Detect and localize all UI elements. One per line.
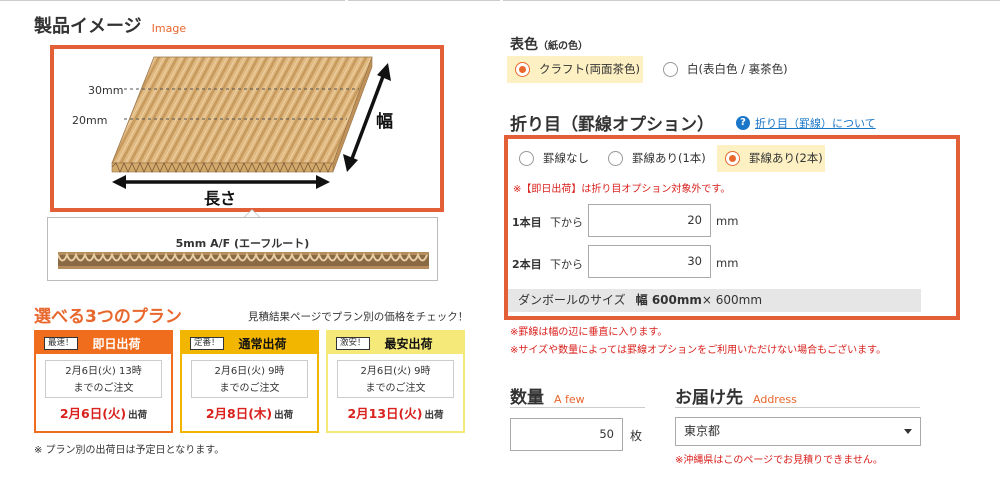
plan-name: 通常出荷 [238, 337, 287, 351]
plan-ship-date: 2月8日(木) 出荷 [205, 406, 294, 421]
fold-1-position-input[interactable]: 20 [588, 204, 711, 237]
cardboard-illustration: 30mm 20mm 幅 長さ [72, 56, 393, 208]
plan-ship-date: 2月13日(火) 出荷 [347, 406, 444, 421]
product-image-frame: 30mm 20mm 幅 長さ [50, 45, 444, 212]
quantity-unit: 枚 [630, 429, 643, 443]
radio-fold-none[interactable]: 罫線なし [511, 145, 595, 172]
radio-dot [515, 62, 530, 77]
flute-detail-box: 5mm A/F (エーフルート) [47, 217, 438, 281]
plan-deadline: 2月6日(火) 9時 までのご注文 [337, 360, 454, 398]
flute-label: 5mm A/F (エーフルート) [175, 237, 310, 250]
plans-note: 見積結果ページでプラン別の価格をチェック！ [248, 311, 469, 323]
label-30mm: 30mm [88, 84, 123, 97]
flute-caret [244, 209, 260, 217]
plan-deadline: 2月6日(火) 9時 までのご注文 [191, 360, 308, 398]
fold-row-1-label: 1本目 [512, 216, 542, 229]
plan-card-cheapest[interactable]: 激安！ 最安出荷 2月6日(火) 9時 までのご注文 2月13日(火) 出荷 [326, 330, 465, 433]
help-icon[interactable]: ? [736, 116, 750, 130]
fold-note-1: ※罫線は幅の辺に垂直に入ります。 [510, 327, 668, 338]
radio-dot [519, 151, 534, 166]
radio-fold-two[interactable]: 罫線あり(2本) [717, 145, 825, 172]
fold-row-1-sub: 下から [550, 216, 583, 229]
plan-header: 激安！ 最安出荷 [328, 332, 463, 354]
chevron-down-icon [904, 429, 912, 434]
destination-note: ※沖縄県はこのページでお見積りできません。 [675, 455, 883, 466]
destination-title: お届け先 Address [675, 388, 797, 408]
size-width: 幅 600mm [635, 293, 702, 307]
plans-footnote: ※ プラン別の出荷日は予定日となります。 [34, 445, 225, 456]
destination-divider [675, 407, 920, 408]
plan-card-standard[interactable]: 定番！ 通常出荷 2月6日(火) 9時 までのご注文 2月8日(木) 出荷 [180, 330, 319, 433]
color-title: 表色（紙の色） [510, 37, 588, 53]
destination-select[interactable]: 東京都 [675, 417, 921, 446]
label-width: 幅 [376, 111, 393, 132]
label-20mm: 20mm [72, 114, 107, 127]
plan-ship-date: 2月6日(火) 出荷 [59, 406, 148, 421]
cardboard-size-bar: ダンボールのサイズ幅 600mm× 600mm [508, 289, 921, 312]
product-image-title-en: Image [151, 22, 187, 35]
quantity-title: 数量 A few [510, 388, 585, 408]
fold-title: 折り目（罫線オプション） [510, 115, 714, 135]
fold-2-position-input[interactable]: 30 [588, 245, 711, 278]
plan-name: 最安出荷 [384, 337, 433, 351]
radio-color-kraft[interactable]: クラフト(両面茶色) [507, 56, 643, 83]
fold-row-2-sub: 下から [550, 258, 583, 271]
label-length: 長さ [204, 189, 236, 208]
fold-help-link[interactable]: 折り目（罫線）について [755, 115, 876, 131]
plan-card-same-day[interactable]: 最速！ 即日出荷 2月6日(火) 13時 までのご注文 2月6日(火) 出荷 [34, 330, 173, 433]
plan-name: 即日出荷 [92, 337, 141, 351]
size-rest: × 600mm [701, 293, 763, 307]
radio-dot [663, 62, 678, 77]
fold-note-2: ※サイズや数量によっては罫線オプションをご利用いただけない場合もございます。 [510, 345, 887, 356]
size-label: ダンボールのサイズ [518, 293, 626, 307]
flute-cross-section [58, 252, 429, 269]
quantity-input[interactable]: 50 [510, 418, 623, 451]
radio-dot [608, 151, 623, 166]
plan-deadline: 2月6日(火) 13時 までのご注文 [45, 360, 162, 398]
plan-header: 定番！ 通常出荷 [182, 332, 317, 354]
fold-row-1-unit: mm [716, 214, 739, 228]
fold-row-2-label: 2本目 [512, 258, 542, 271]
radio-dot [725, 151, 740, 166]
fold-row-2-unit: mm [716, 256, 739, 270]
fold-warning: ※【即日出荷】は折り目オプション対象外です。 [513, 184, 731, 195]
plans-title: 選べる3つのプラン [34, 307, 182, 327]
product-image-title: 製品イメージ Image [34, 16, 187, 37]
board-front-edge [111, 162, 334, 173]
quantity-divider [510, 407, 645, 408]
radio-fold-one[interactable]: 罫線あり(1本) [600, 145, 710, 172]
board-top-face [111, 56, 373, 164]
plan-header: 最速！ 即日出荷 [36, 332, 171, 354]
radio-color-white[interactable]: 白(表白色 / 裏茶色) [655, 56, 805, 83]
top-border [0, 0, 1000, 4]
